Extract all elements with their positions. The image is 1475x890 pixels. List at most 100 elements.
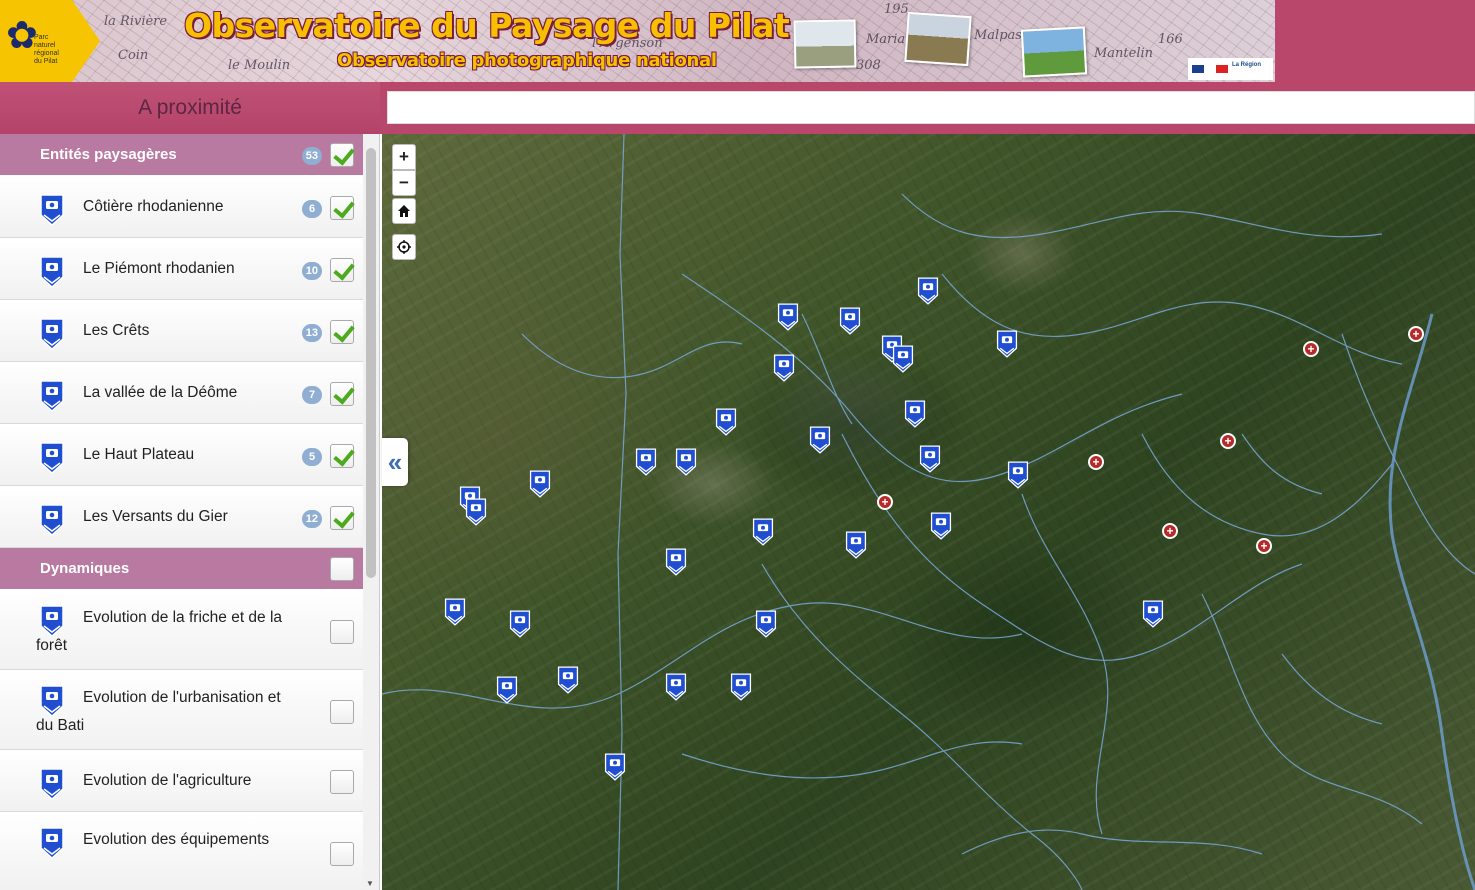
photo-marker-icon[interactable] bbox=[838, 306, 862, 336]
cluster-plus-marker-icon[interactable]: + bbox=[877, 494, 893, 510]
cluster-plus-marker-icon[interactable]: + bbox=[1408, 326, 1424, 342]
photo-marker-icon[interactable] bbox=[464, 497, 488, 527]
layer-label: La vallée de la Déôme bbox=[83, 383, 238, 401]
cluster-plus-marker-icon[interactable]: + bbox=[1162, 523, 1178, 539]
collapse-sidebar-button[interactable]: « bbox=[382, 438, 408, 486]
layer-checkbox[interactable] bbox=[330, 382, 354, 406]
layer-item-equipements[interactable]: Evolution des équipements bbox=[0, 812, 364, 890]
photo-marker-icon[interactable] bbox=[772, 353, 796, 383]
zoom-in-button[interactable]: + bbox=[392, 144, 416, 170]
photo-marker-icon[interactable] bbox=[528, 469, 552, 499]
group-checkbox[interactable] bbox=[330, 557, 354, 581]
layer-checkbox[interactable] bbox=[330, 620, 354, 644]
scroll-down-arrow-icon[interactable]: ▼ bbox=[366, 879, 374, 888]
photo-marker-icon[interactable] bbox=[903, 399, 927, 429]
sidebar-scrollbar[interactable]: ▼ bbox=[363, 134, 379, 890]
cluster-plus-marker-icon[interactable]: + bbox=[1303, 341, 1319, 357]
photo-marker-icon[interactable] bbox=[664, 547, 688, 577]
photo-marker-icon[interactable] bbox=[1141, 599, 1165, 629]
home-icon bbox=[398, 205, 410, 217]
camera-pin-icon bbox=[40, 318, 64, 351]
count-badge: 13 bbox=[301, 324, 322, 342]
layer-label: Le Piémont rhodanien bbox=[83, 259, 235, 277]
photo-marker-icon[interactable] bbox=[443, 597, 467, 627]
layer-item-urbanisation-bati[interactable]: Evolution de l'urbanisation et du Bati bbox=[0, 670, 364, 750]
layer-checkbox[interactable] bbox=[330, 770, 354, 794]
layer-checkbox[interactable] bbox=[330, 700, 354, 724]
photo-marker-icon[interactable] bbox=[918, 444, 942, 474]
photo-marker-icon[interactable] bbox=[1006, 460, 1030, 490]
map-place-label: 308 bbox=[856, 58, 881, 73]
count-badge: 5 bbox=[302, 448, 322, 466]
camera-pin-icon bbox=[40, 827, 64, 860]
photo-marker-icon[interactable] bbox=[729, 672, 753, 702]
count-badge: 6 bbox=[302, 200, 322, 218]
photo-marker-icon[interactable] bbox=[891, 344, 915, 374]
photo-marker-icon[interactable] bbox=[603, 752, 627, 782]
park-logo-text: Parc naturel régional du Pilat bbox=[34, 34, 59, 65]
photo-marker-icon[interactable] bbox=[634, 447, 658, 477]
toolbar: A proximité bbox=[0, 82, 1475, 134]
scrollbar-thumb[interactable] bbox=[366, 148, 376, 578]
photo-marker-icon[interactable] bbox=[751, 517, 775, 547]
cluster-plus-marker-icon[interactable]: + bbox=[1088, 454, 1104, 470]
map-place-label: 195 bbox=[884, 2, 909, 17]
photo-marker-icon[interactable] bbox=[776, 302, 800, 332]
layer-label: Côtière rhodanienne bbox=[83, 197, 224, 215]
group-header-entites-paysageres[interactable]: Entités paysagères 53 bbox=[0, 134, 364, 176]
republique-francaise-logo-icon bbox=[1192, 65, 1228, 73]
banner-photo bbox=[1020, 26, 1088, 78]
count-badge: 10 bbox=[301, 262, 322, 280]
search-input[interactable] bbox=[387, 91, 1475, 124]
map-place-label: le Moulin bbox=[228, 58, 291, 73]
layer-item-versants-gier[interactable]: Les Versants du Gier 12 bbox=[0, 486, 364, 548]
locate-button[interactable] bbox=[392, 234, 416, 260]
photo-marker-icon[interactable] bbox=[995, 329, 1019, 359]
layer-item-agriculture[interactable]: Evolution de l'agriculture bbox=[0, 750, 364, 812]
photo-marker-icon[interactable] bbox=[556, 665, 580, 695]
photo-marker-icon[interactable] bbox=[674, 447, 698, 477]
photo-marker-icon[interactable] bbox=[508, 609, 532, 639]
home-button[interactable] bbox=[392, 198, 416, 224]
photo-marker-icon[interactable] bbox=[844, 530, 868, 560]
group-header-dynamiques[interactable]: Dynamiques bbox=[0, 548, 364, 590]
double-chevron-left-icon: « bbox=[387, 446, 403, 477]
map-place-label: Maria bbox=[866, 32, 906, 47]
layer-item-cotiere-rhodanienne[interactable]: Côtière rhodanienne 6 bbox=[0, 176, 364, 238]
layer-item-les-crets[interactable]: Les Crêts 13 bbox=[0, 300, 364, 362]
cluster-plus-marker-icon[interactable]: + bbox=[1220, 433, 1236, 449]
layer-label: Evolution de la friche et de la forêt bbox=[36, 609, 283, 654]
zoom-out-button[interactable]: − bbox=[392, 170, 416, 196]
layer-label: Evolution de l'agriculture bbox=[83, 771, 252, 789]
photo-marker-icon[interactable] bbox=[664, 672, 688, 702]
map-place-label: Malpas bbox=[974, 28, 1022, 43]
layer-checkbox[interactable] bbox=[330, 196, 354, 220]
layer-checkbox[interactable] bbox=[330, 320, 354, 344]
layer-sidebar: Entités paysagères 53 Côtière rhodanienn… bbox=[0, 134, 380, 890]
cluster-plus-marker-icon[interactable]: + bbox=[1256, 538, 1272, 554]
layer-checkbox[interactable] bbox=[330, 444, 354, 468]
site-title: Observatoire du Paysage du Pilat bbox=[184, 6, 790, 45]
layer-label: Le Haut Plateau bbox=[83, 445, 195, 463]
layer-item-vallee-deome[interactable]: La vallée de la Déôme 7 bbox=[0, 362, 364, 424]
map-view[interactable]: + − + + + + + + + bbox=[382, 134, 1475, 890]
photo-marker-icon[interactable] bbox=[808, 425, 832, 455]
photo-marker-icon[interactable] bbox=[714, 407, 738, 437]
layer-checkbox[interactable] bbox=[330, 506, 354, 530]
layer-item-friche-foret[interactable]: Evolution de la friche et de la forêt bbox=[0, 590, 364, 670]
photo-marker-icon[interactable] bbox=[916, 276, 940, 306]
layer-checkbox[interactable] bbox=[330, 842, 354, 866]
layer-checkbox[interactable] bbox=[330, 258, 354, 282]
camera-pin-icon bbox=[40, 256, 64, 289]
camera-pin-icon bbox=[40, 685, 64, 718]
nearby-button[interactable]: A proximité bbox=[0, 82, 380, 134]
photo-marker-icon[interactable] bbox=[754, 609, 778, 639]
camera-pin-icon bbox=[40, 442, 64, 475]
photo-marker-icon[interactable] bbox=[929, 511, 953, 541]
count-badge: 12 bbox=[301, 510, 322, 528]
layer-item-piemont-rhodanien[interactable]: Le Piémont rhodanien 10 bbox=[0, 238, 364, 300]
layer-item-haut-plateau[interactable]: Le Haut Plateau 5 bbox=[0, 424, 364, 486]
group-checkbox[interactable] bbox=[330, 143, 354, 167]
photo-marker-icon[interactable] bbox=[495, 675, 519, 705]
camera-pin-icon bbox=[40, 768, 64, 801]
